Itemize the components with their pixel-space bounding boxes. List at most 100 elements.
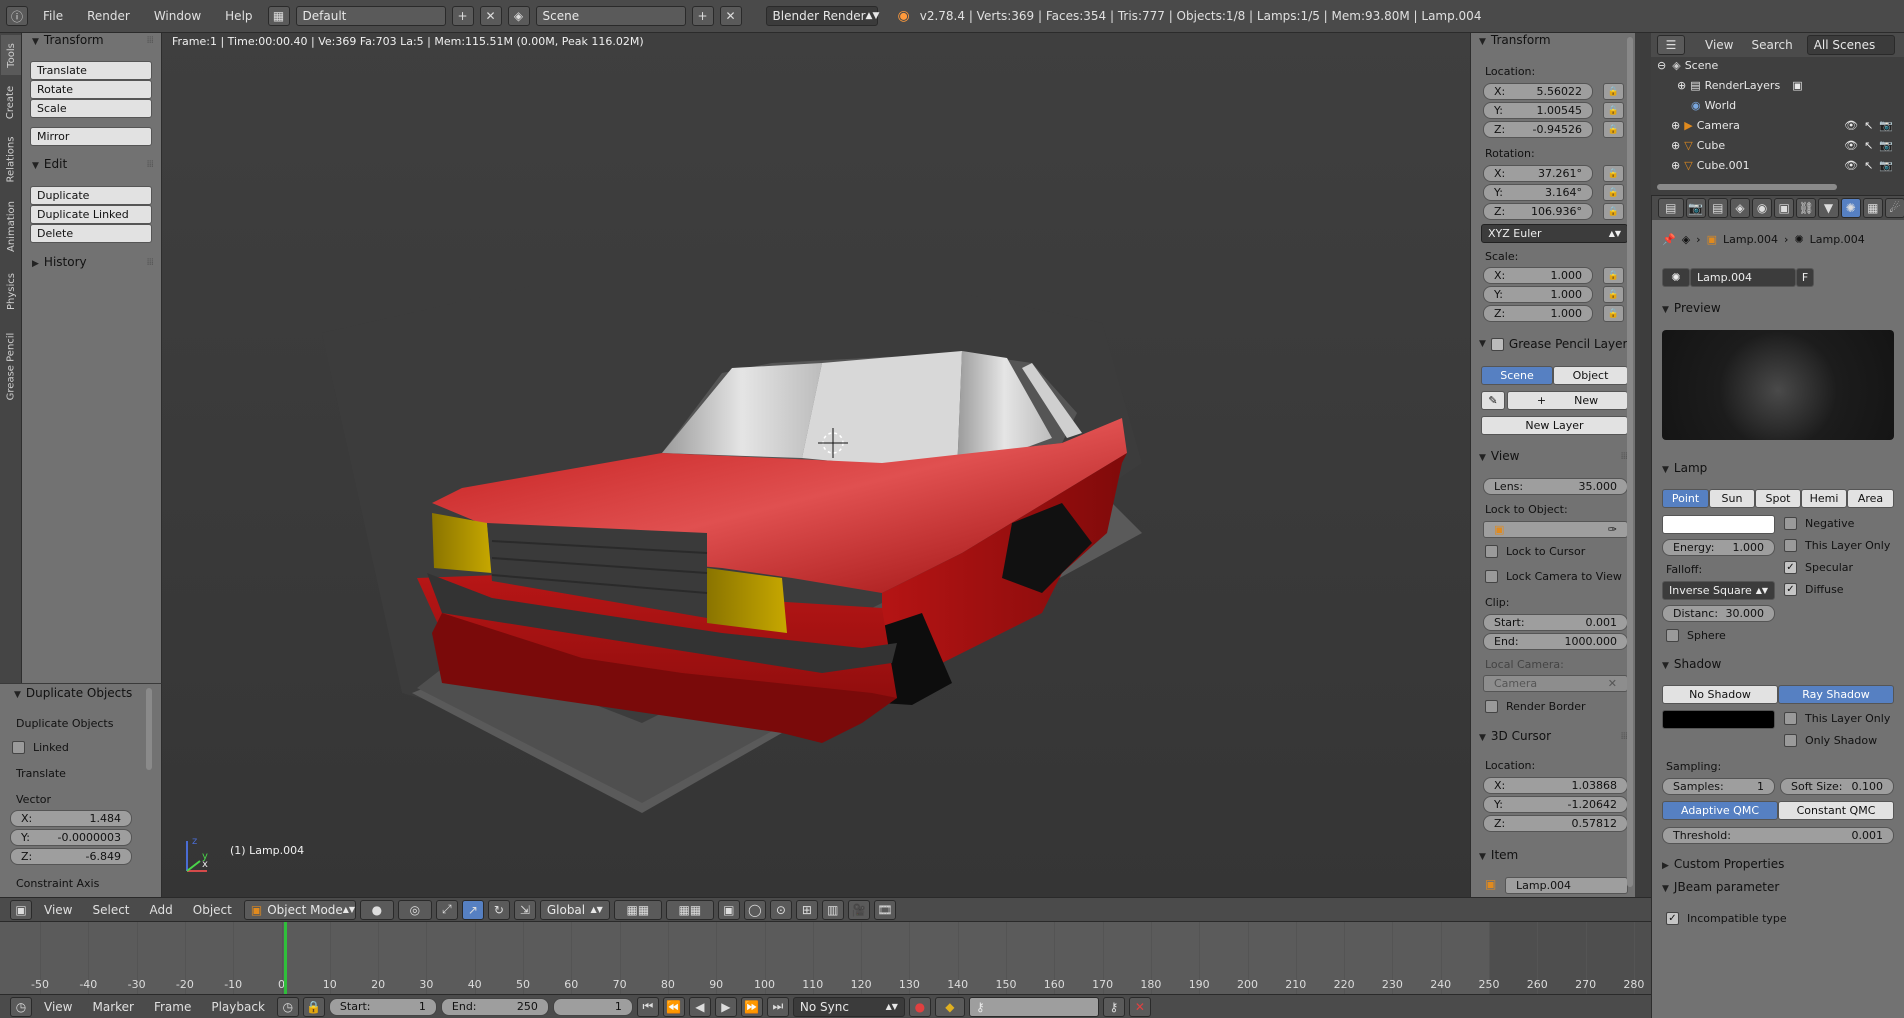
snap-icon[interactable]: ⊙ — [769, 899, 792, 920]
distance-field[interactable]: Distanc: 30.000 — [1662, 605, 1775, 622]
menu-window[interactable]: Window — [145, 9, 210, 23]
shadow-panel-header[interactable]: ▼ Shadow — [1662, 657, 1721, 671]
lamp-type-hemi[interactable]: Hemi — [1801, 489, 1847, 508]
outliner-row-scene[interactable]: ⊖ ◈ Scene — [1651, 55, 1899, 75]
menu-object[interactable]: Object — [185, 903, 240, 917]
outliner-row-cube001[interactable]: ⊕ ▽ Cube.001 👁 ↖ 📷 — [1651, 155, 1899, 175]
gp-object-button[interactable]: Object — [1553, 366, 1628, 385]
mode-select[interactable]: ▣ Object Mode ▲▼ — [243, 899, 356, 920]
drag-grip-icon[interactable]: ⁞⁞⁞ — [146, 159, 153, 170]
incompatible-type-checkbox[interactable]: ✓ Incompatible type — [1666, 912, 1787, 925]
lock-camera-checkbox[interactable]: Lock Camera to View — [1485, 570, 1622, 583]
transform-section-header[interactable]: ▼ Transform — [32, 33, 104, 47]
info-editor-icon[interactable]: ⓘ — [6, 6, 28, 26]
rotation-y-field[interactable]: Y: 3.164° — [1483, 184, 1593, 201]
collapse-icon[interactable]: ⊖ — [1657, 59, 1666, 72]
scale-manipulator-icon[interactable]: ⇲ — [513, 899, 536, 920]
only-shadow-checkbox[interactable]: Only Shadow — [1784, 734, 1877, 747]
item-panel-header[interactable]: ▼ Item — [1479, 848, 1518, 862]
pin-icon[interactable]: 📌 — [1662, 233, 1676, 246]
tab-grease-pencil[interactable]: Grease Pencil — [1, 321, 21, 411]
timeline-menu-marker[interactable]: Marker — [84, 1000, 141, 1014]
delete-keyframe-icon[interactable]: ✕ — [1128, 996, 1151, 1017]
record-icon[interactable]: ● — [908, 996, 931, 1017]
texture-tab-icon[interactable]: ▦ — [1862, 198, 1883, 218]
history-section-header[interactable]: ▶ History — [32, 255, 87, 269]
keying-set-field[interactable]: ⚷ — [968, 996, 1099, 1017]
operator-scrollbar[interactable] — [146, 688, 152, 770]
remove-scene-icon[interactable]: ✕ — [719, 6, 742, 26]
lock-object-field[interactable]: ▣ ✑ — [1483, 521, 1628, 538]
adaptive-qmc-button[interactable]: Adaptive QMC — [1662, 801, 1778, 820]
lamp-type-spot[interactable]: Spot — [1755, 489, 1801, 508]
timeline-menu-frame[interactable]: Frame — [146, 1000, 199, 1014]
render-layers-tab-icon[interactable]: ▤ — [1707, 198, 1728, 218]
tab-tools[interactable]: Tools — [1, 35, 21, 75]
delete-button[interactable]: Delete — [30, 224, 152, 243]
end-frame-field[interactable]: End: 250 — [440, 997, 549, 1016]
start-frame-field[interactable]: Start: 1 — [328, 997, 437, 1016]
tab-relations[interactable]: Relations — [1, 129, 21, 189]
sync-mode-select[interactable]: No Sync ▲▼ — [792, 996, 905, 1017]
rotate-button[interactable]: Rotate — [30, 80, 152, 99]
outliner-menu-view[interactable]: View — [1697, 38, 1741, 52]
object-tab-icon[interactable]: ▣ — [1774, 198, 1795, 218]
outliner-menu-search[interactable]: Search — [1743, 38, 1800, 52]
current-frame-indicator[interactable] — [284, 922, 287, 994]
pencil-icon[interactable]: ✎ — [1481, 391, 1505, 410]
menu-help[interactable]: Help — [216, 9, 261, 23]
lock-icon[interactable]: 🔒 — [1603, 286, 1624, 303]
this-layer-only-checkbox[interactable]: This Layer Only — [1784, 539, 1890, 552]
render-camera-icon[interactable]: 📷 — [1879, 159, 1893, 172]
shadow-layer-only-checkbox[interactable]: This Layer Only — [1784, 712, 1890, 725]
outliner-row-camera[interactable]: ⊕ ▶ Camera 👁 ↖ 📷 — [1651, 115, 1899, 135]
menu-file[interactable]: File — [34, 9, 72, 23]
lock-icon[interactable]: 🔒 — [1603, 305, 1624, 322]
lamp-type-sun[interactable]: Sun — [1709, 489, 1755, 508]
layers-grid-icon[interactable]: ▦▦ — [665, 899, 714, 920]
constant-qmc-button[interactable]: Constant QMC — [1778, 801, 1894, 820]
no-shadow-button[interactable]: No Shadow — [1662, 685, 1778, 704]
tab-create[interactable]: Create — [1, 77, 21, 127]
lock-icon[interactable]: 🔒 — [1603, 102, 1624, 119]
clip-end-field[interactable]: End: 1000.000 — [1483, 633, 1628, 650]
expand-icon[interactable]: ⊕ — [1671, 119, 1680, 132]
lock-icon[interactable]: 🔒 — [1603, 267, 1624, 284]
lamp-tab-icon[interactable]: ✺ — [1840, 198, 1861, 218]
expand-icon[interactable]: ⊕ — [1671, 159, 1680, 172]
tab-physics[interactable]: Physics — [1, 263, 21, 319]
falloff-select[interactable]: Inverse Square ▲▼ — [1662, 581, 1775, 600]
render-camera-icon[interactable]: 📷 — [1879, 139, 1893, 152]
cursor-x-field[interactable]: X: 1.03868 — [1483, 777, 1628, 794]
render-camera-icon[interactable]: 📷 — [1879, 119, 1893, 132]
scene-tab-icon[interactable]: ◈ — [1729, 198, 1750, 218]
outliner-row-cube[interactable]: ⊕ ▽ Cube 👁 ↖ 📷 — [1651, 135, 1899, 155]
lock-range-icon[interactable]: 🔒 — [302, 996, 325, 1017]
close-icon[interactable]: ✕ — [1608, 677, 1617, 690]
vector-y-field[interactable]: Y: -0.0000003 — [10, 829, 132, 846]
location-y-field[interactable]: Y: 1.00545 — [1483, 102, 1593, 119]
lock-icon[interactable]: 🔒 — [1603, 184, 1624, 201]
lock-icon[interactable]: 🔒 — [1603, 203, 1624, 220]
vector-x-field[interactable]: X: 1.484 — [10, 810, 132, 827]
render-engine-select[interactable]: Blender Render ▲▼ — [765, 6, 879, 26]
visibility-eye-icon[interactable]: 👁 — [1844, 139, 1858, 152]
location-x-field[interactable]: X: 5.56022 — [1483, 83, 1593, 100]
outliner-filter-select[interactable]: All Scenes — [1806, 35, 1895, 55]
jump-start-icon[interactable]: ⏮ — [636, 996, 659, 1017]
grease-pencil-layers-header[interactable]: ▼ Grease Pencil Layers — [1479, 337, 1634, 351]
duplicate-linked-button[interactable]: Duplicate Linked — [30, 205, 152, 224]
data-tab-icon[interactable]: ▼ — [1818, 198, 1839, 218]
world-tab-icon[interactable]: ◉ — [1752, 198, 1773, 218]
3d-cursor-panel-header[interactable]: ▼ 3D Cursor — [1479, 729, 1551, 743]
selectable-arrow-icon[interactable]: ↖ — [1864, 139, 1873, 152]
editor-type-icon[interactable]: ◷ — [10, 996, 32, 1017]
constraints-tab-icon[interactable]: ⛓ — [1796, 198, 1817, 218]
keying-icon[interactable]: ◆ — [934, 996, 965, 1017]
editor-type-icon[interactable]: ☰ — [1657, 35, 1685, 55]
energy-field[interactable]: Energy: 1.000 — [1662, 539, 1775, 556]
render-border-checkbox[interactable]: Render Border — [1485, 700, 1586, 713]
remove-layout-icon[interactable]: ✕ — [479, 6, 502, 26]
selectable-arrow-icon[interactable]: ↖ — [1864, 159, 1873, 172]
lamp-panel-header[interactable]: ▼ Lamp — [1662, 461, 1707, 475]
